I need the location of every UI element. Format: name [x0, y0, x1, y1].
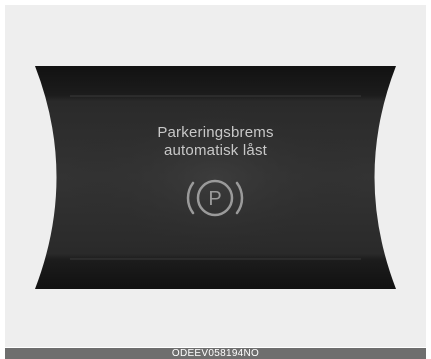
warning-message: Parkeringsbrems automatisk låst	[108, 124, 323, 160]
parking-brake-icon: P	[186, 179, 244, 217]
message-line-2: automatisk låst	[163, 142, 268, 159]
image-code-label: ODEEV058194NO	[171, 348, 260, 359]
image-code-bar: ODEEV058194NO	[5, 348, 426, 359]
parking-brake-letter: P	[208, 188, 221, 210]
message-line-1: Parkeringsbrems	[157, 124, 274, 141]
